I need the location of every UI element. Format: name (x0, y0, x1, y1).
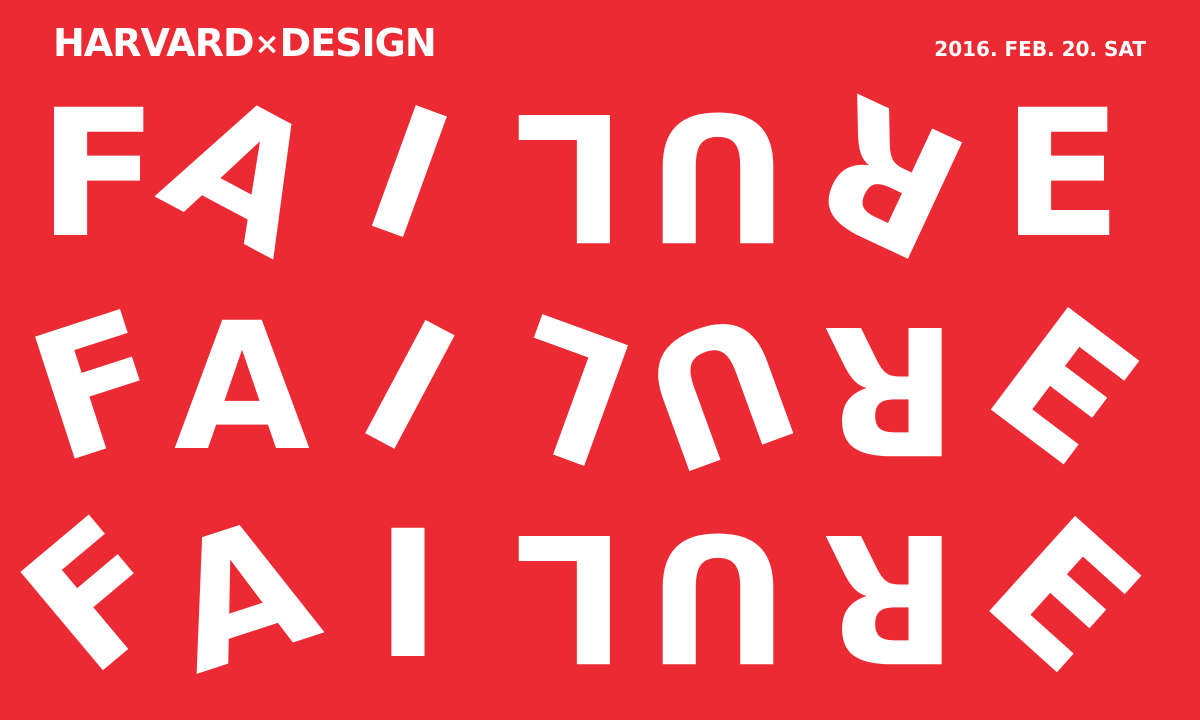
brand-right: DESIGN (279, 21, 437, 65)
letter-u-row1: U (646, 73, 790, 278)
failure-row-1: FAILURE (0, 52, 1200, 297)
letter-a-row1: A (133, 52, 351, 298)
letter-e-row2: E (952, 269, 1173, 506)
failure-row-3: FAILURE (0, 476, 1200, 715)
letter-a-row3: A (145, 476, 339, 715)
letter-f-row2: F (9, 271, 187, 504)
letter-i-row1: I (342, 67, 474, 283)
letter-r-row3: R (822, 494, 958, 699)
letter-i-row3: I (375, 493, 441, 698)
letter-l-row3: L (513, 494, 627, 699)
letter-r-row2: R (822, 286, 958, 491)
failure-row-2: FAILURE (0, 267, 1200, 510)
poster: HARVARD×DESIGN 2016. FEB. 20. SAT FAILUR… (0, 0, 1200, 720)
brand-separator: × (254, 27, 280, 62)
letter-r-row1: R (785, 53, 995, 297)
letter-e-row1: E (1001, 72, 1123, 277)
letter-e-row3: E (949, 479, 1176, 713)
brand-logo: HARVARD×DESIGN (53, 21, 437, 65)
letter-l-row1: L (513, 73, 627, 278)
letter-a-row2: A (173, 285, 311, 490)
letter-i-row2: I (331, 281, 486, 494)
letter-u-row2: U (615, 267, 821, 510)
event-date: 2016. FEB. 20. SAT (934, 37, 1146, 61)
brand-left: HARVARD (53, 21, 255, 65)
letter-u-row3: U (646, 494, 790, 699)
